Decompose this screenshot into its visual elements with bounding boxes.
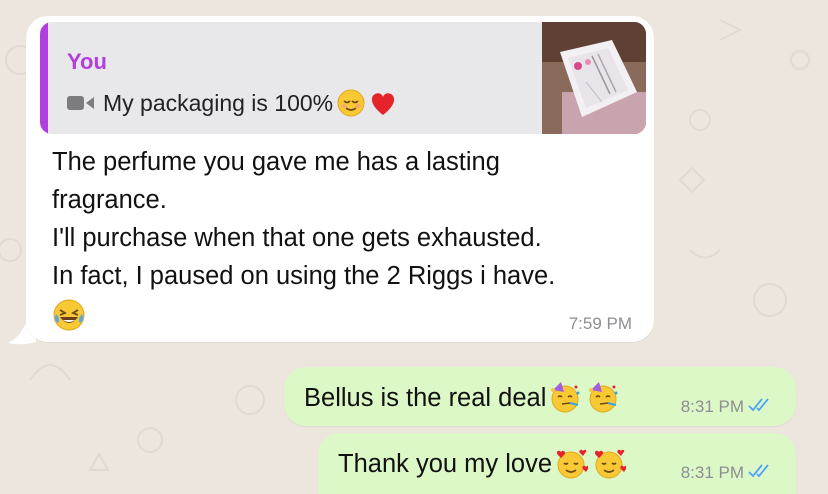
quoted-reply[interactable]: You My packaging is 100%: [40, 22, 646, 134]
message-text: Bellus is the real deal: [304, 383, 547, 412]
message-line: fragrance.: [52, 186, 167, 214]
message-line: In fact, I paused on using the 2 Riggs i…: [52, 262, 556, 290]
relieved-face-icon: [336, 88, 366, 118]
message-timestamp: 8:31 PM: [680, 397, 744, 416]
face-with-tears-of-joy-icon: [52, 298, 86, 332]
quote-author: You: [67, 49, 107, 74]
message-timestamp: 7:59 PM: [568, 314, 632, 333]
message-text: Thank you my love: [338, 449, 553, 478]
video-camera-icon: [67, 90, 95, 117]
quote-accent-bar: [40, 22, 48, 134]
outgoing-message-text: Bellus is the real deal: [304, 381, 620, 415]
message-line: I'll purchase when that one gets exhaust…: [52, 224, 542, 252]
outgoing-message-bubble[interactable]: Bellus is the real deal 8:31 PM: [284, 367, 796, 426]
outgoing-message-bubble[interactable]: Thank you my love 8:31 PM: [318, 433, 796, 494]
message-meta: 8:31 PM: [681, 397, 772, 417]
partying-face-icon: [586, 381, 620, 415]
outgoing-message-text: Thank you my love: [338, 447, 627, 481]
read-double-check-icon: [748, 463, 772, 483]
trailing-emoji-line: [52, 295, 652, 333]
quote-message: My packaging is 100%: [103, 89, 334, 116]
smiling-face-with-hearts-icon: [554, 447, 589, 481]
smiling-face-with-hearts-icon: [592, 447, 627, 481]
quote-text-row: My packaging is 100%: [67, 88, 398, 118]
message-line: The perfume you gave me has a lasting: [52, 148, 500, 176]
read-double-check-icon: [748, 397, 772, 417]
product-photo-thumbnail[interactable]: [542, 22, 646, 134]
incoming-message-text: The perfume you gave me has a lasting fr…: [52, 143, 652, 333]
partying-face-icon: [548, 381, 582, 415]
message-timestamp: 8:31 PM: [680, 463, 744, 482]
incoming-message-bubble[interactable]: You My packaging is 100% The perfume you…: [26, 16, 654, 342]
red-heart-icon: [368, 88, 398, 118]
message-meta: 8:31 PM: [681, 463, 772, 483]
